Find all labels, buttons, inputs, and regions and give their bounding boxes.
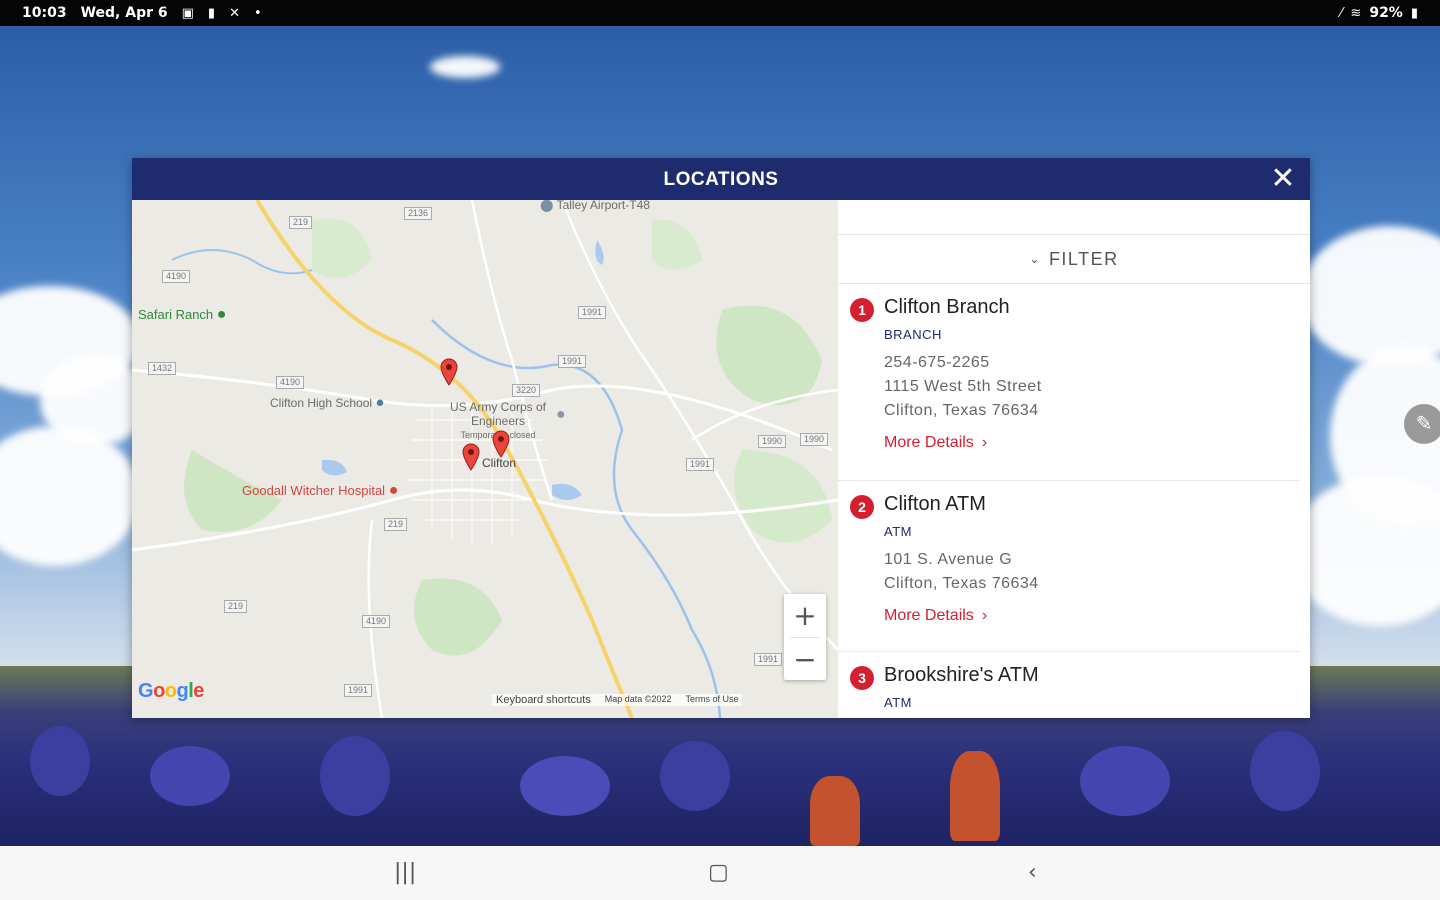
terms-link[interactable]: Terms of Use	[685, 694, 738, 706]
close-icon[interactable]: ✕	[1266, 162, 1300, 196]
battery-level: 92%	[1369, 5, 1403, 21]
location-number-icon: 1	[850, 298, 874, 322]
road-shield: 1991	[686, 458, 715, 471]
signal-icon: ⁄	[1340, 5, 1343, 21]
map-data-text: Map data ©2022	[604, 694, 672, 704]
road-shield: 3220	[512, 384, 541, 397]
location-name: Clifton ATM	[884, 493, 986, 515]
list-item[interactable]: 2 Clifton ATM ATM 101 S. Avenue G Clifto…	[838, 481, 1300, 652]
road-shield: 219	[224, 600, 248, 613]
road-shield: 4190	[276, 376, 305, 389]
back-button[interactable]: ‹	[1028, 860, 1037, 885]
map-pin-icon[interactable]	[462, 443, 480, 471]
map-label-safari: Safari Ranch ●	[138, 306, 227, 323]
road-shield: 1991	[754, 653, 783, 666]
plane-marker-icon: ⬤	[540, 200, 554, 212]
road-shield: 1991	[578, 306, 607, 319]
more-details-link[interactable]: More Details ›	[884, 434, 987, 452]
date: Wed, Apr 6	[80, 5, 168, 21]
location-type: BRANCH	[884, 327, 942, 342]
modal-title: LOCATIONS	[663, 169, 779, 190]
zoom-out-button[interactable]: −	[784, 638, 826, 681]
road-shield: 4190	[362, 615, 391, 628]
road-shield: 1990	[758, 435, 787, 448]
road-shield: 4190	[162, 270, 191, 283]
zoom-in-button[interactable]: +	[784, 594, 826, 637]
map-pin-icon[interactable]	[440, 358, 458, 386]
map-label-school: Clifton High School ●	[270, 394, 385, 411]
filter-button[interactable]: ⌄ FILTER	[838, 235, 1310, 284]
location-type: ATM	[884, 695, 912, 710]
location-number-icon: 2	[850, 495, 874, 519]
school-marker-icon: ●	[375, 394, 385, 411]
keyboard-shortcuts-link[interactable]: Keyboard shortcuts	[496, 694, 591, 706]
recents-button[interactable]: |||	[394, 860, 416, 885]
locations-modal: LOCATIONS ✕ 219 2136 4190 1432 4190 1991…	[132, 158, 1310, 718]
clock: 10:03	[22, 5, 67, 21]
location-type: ATM	[884, 524, 912, 539]
map-pin-icon[interactable]	[492, 430, 510, 458]
government-marker-icon: ●	[556, 406, 566, 423]
more-details-link[interactable]: More Details ›	[884, 607, 987, 625]
dot-icon: •	[253, 5, 262, 21]
road-shield: 219	[289, 216, 313, 229]
location-name: Brookshire's ATM	[884, 664, 1039, 686]
list-top-spacer	[838, 200, 1310, 235]
wifi-icon: ≋	[1350, 5, 1362, 21]
map-label-airport: ⬤ Talley Airport-T48	[540, 200, 650, 212]
list-item[interactable]: 1 Clifton Branch BRANCH 254-675-2265 111…	[838, 284, 1300, 481]
battery-icon: ▮	[1410, 5, 1418, 21]
map-label-town: Clifton	[482, 456, 517, 470]
system-nav-bar: ||| ▢ ‹	[0, 846, 1440, 900]
home-button[interactable]: ▢	[708, 860, 729, 885]
sim-icon: ▮	[207, 5, 216, 21]
locations-list[interactable]: ⌄ FILTER 1 Clifton Branch BRANCH 254-675…	[838, 200, 1310, 718]
location-name: Clifton Branch	[884, 296, 1010, 318]
chevron-down-icon: ⌄	[1029, 252, 1041, 266]
gallery-icon: ▣	[181, 5, 194, 21]
status-bar: 10:03 Wed, Apr 6 ▣ ▮ ✕ • ⁄ ≋ 92% ▮	[0, 0, 1440, 26]
road-shield: 1990	[800, 433, 829, 446]
map-view[interactable]: 219 2136 4190 1432 4190 1991 1991 3220 1…	[132, 200, 838, 718]
road-shield: 2136	[404, 207, 433, 220]
park-marker-icon: ●	[216, 306, 227, 323]
road-shield: 219	[384, 518, 408, 531]
modal-header: LOCATIONS ✕	[132, 158, 1310, 200]
road-shield: 1991	[344, 684, 373, 697]
chevron-right-icon: ›	[981, 434, 988, 451]
location-address-line1: 1115 West 5th Street	[884, 378, 1042, 395]
location-address-line2: Clifton, Texas 76634	[884, 402, 1039, 419]
missed-call-icon: ✕	[229, 5, 240, 21]
location-phone[interactable]: 254-675-2265	[884, 354, 1300, 372]
map-footer: Keyboard shortcuts Map data ©2022 Terms …	[492, 694, 743, 706]
chevron-right-icon: ›	[981, 607, 988, 624]
map-label-hospital: Goodall Witcher Hospital ●	[242, 482, 399, 499]
road-shield: 1432	[148, 362, 177, 375]
hospital-marker-icon: ●	[388, 482, 399, 499]
location-number-icon: 3	[850, 666, 874, 690]
zoom-control: + −	[784, 594, 826, 680]
google-logo: Google	[138, 680, 204, 702]
road-shield: 1991	[558, 355, 587, 368]
filter-label: FILTER	[1048, 248, 1119, 269]
location-address-line2: Clifton, Texas 76634	[884, 575, 1039, 592]
edit-pencil-icon[interactable]: ✎	[1404, 404, 1440, 444]
location-address-line1: 101 S. Avenue G	[884, 551, 1013, 568]
list-item[interactable]: 3 Brookshire's ATM ATM	[838, 652, 1300, 718]
